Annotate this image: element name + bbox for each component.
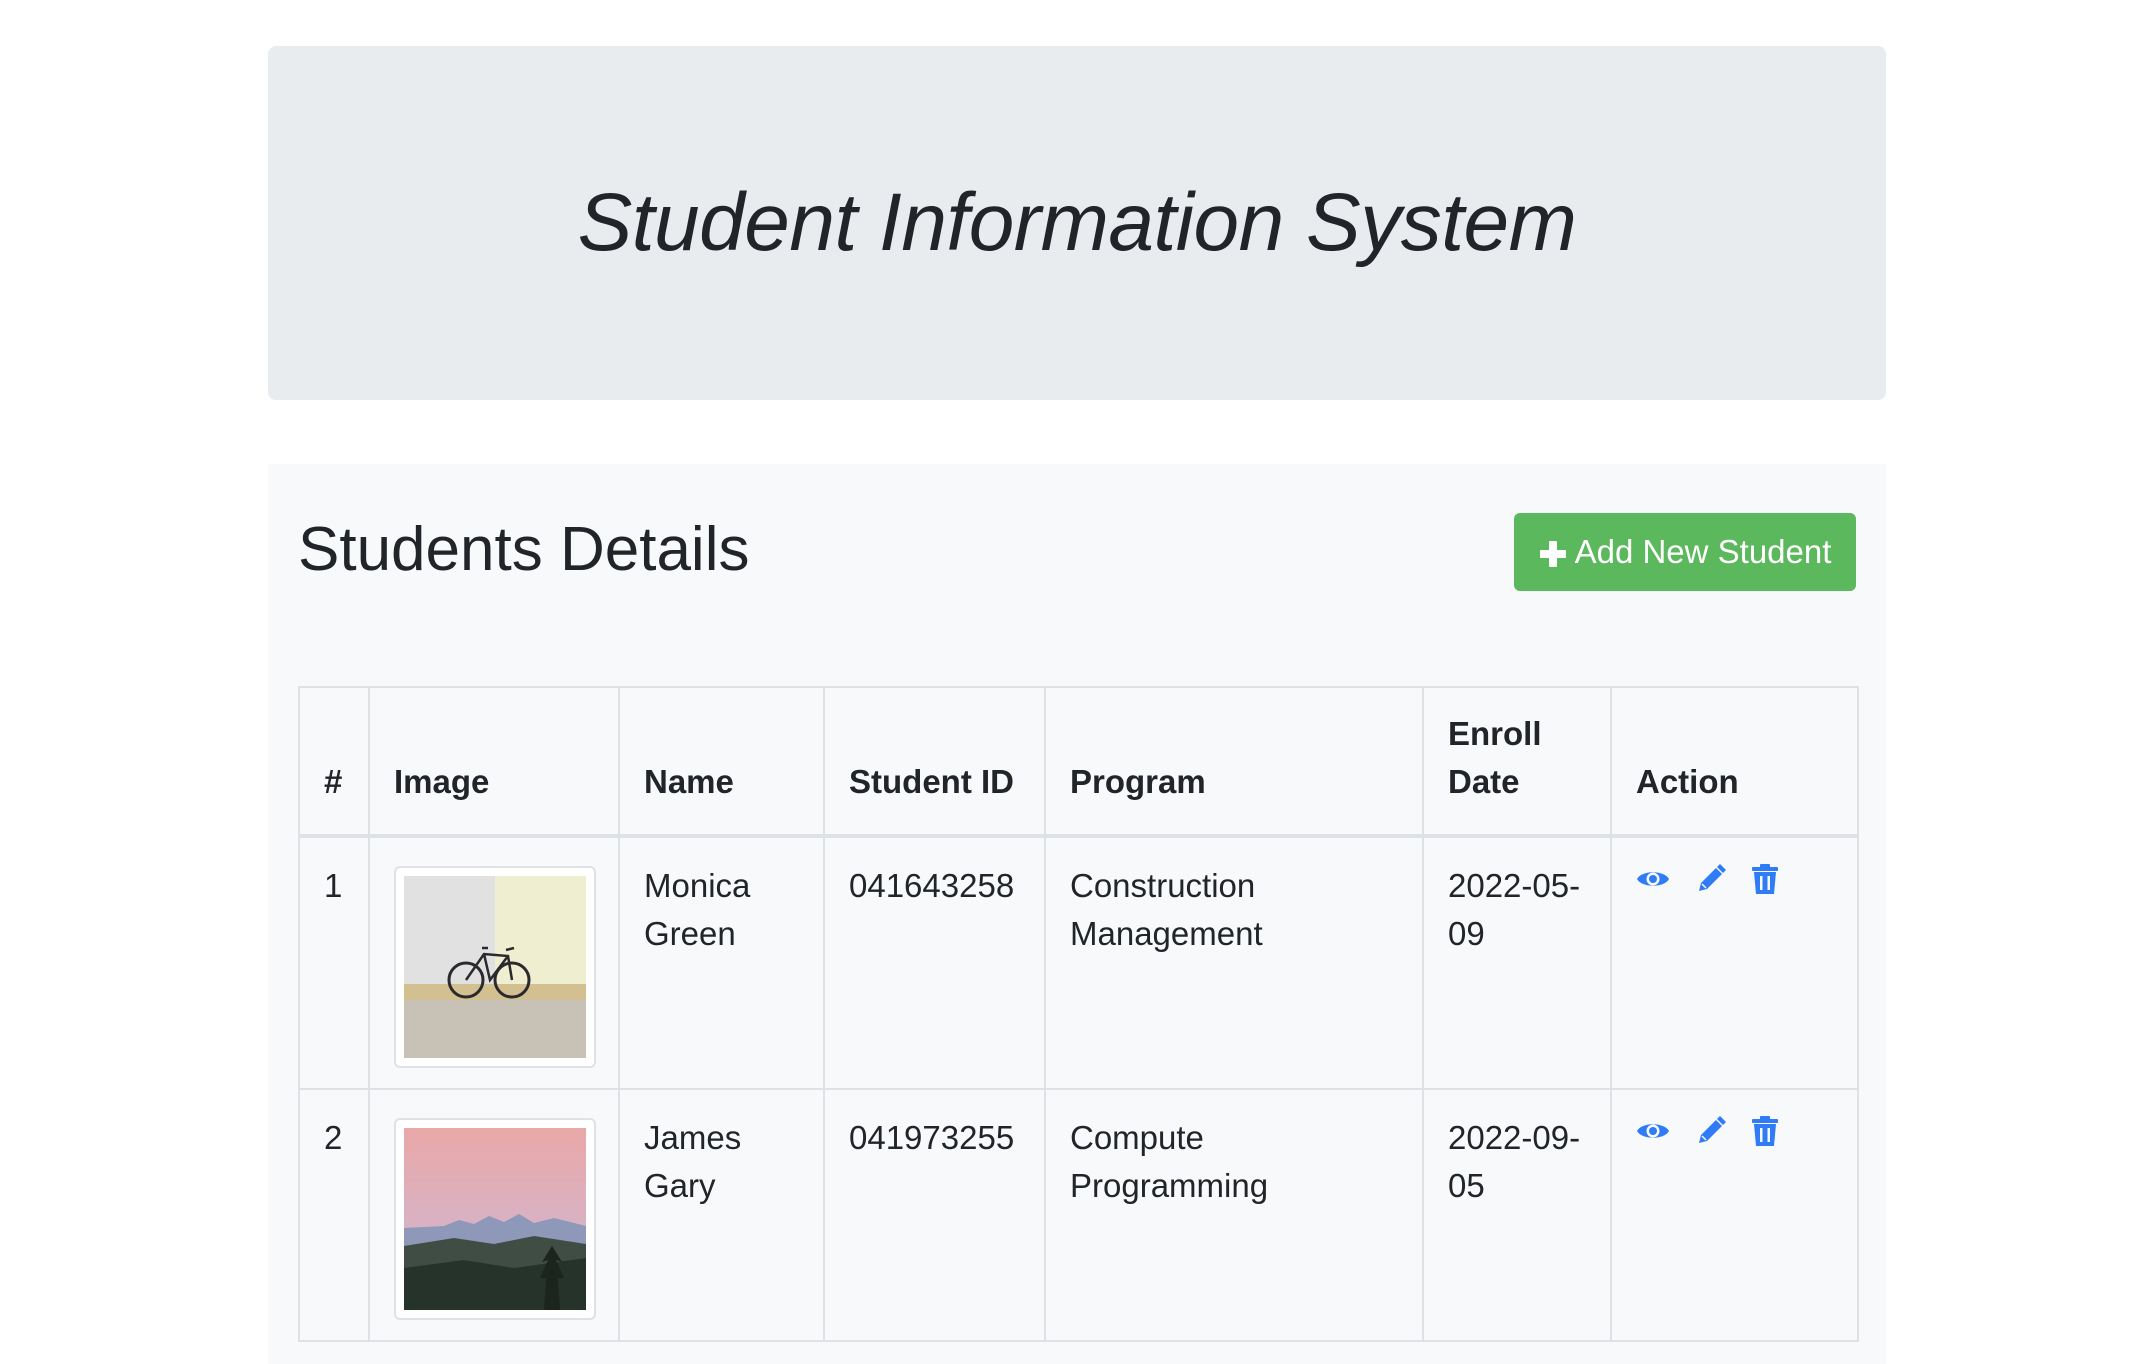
table-row: 2 James Gary 041973255 Compute Programmi…: [298, 1088, 1859, 1342]
student-photo: [394, 866, 596, 1068]
action-cell: [1610, 835, 1859, 1090]
student-id: 041973255: [823, 1088, 1046, 1342]
image-cell: [368, 835, 620, 1090]
column-header-number: #: [298, 686, 370, 838]
add-new-student-button[interactable]: Add New Student: [1514, 513, 1856, 591]
table-header-row: # Image Name Student ID Program Enroll D…: [298, 686, 1859, 838]
student-program: Compute Programming: [1044, 1088, 1424, 1342]
mountain-sunset-photo-icon: [404, 1128, 586, 1310]
column-header-action: Action: [1610, 686, 1859, 838]
student-enroll-date: 2022-05-09: [1422, 835, 1612, 1090]
page-title: Student Information System: [577, 177, 1577, 268]
student-name: Monica Green: [618, 835, 825, 1090]
row-number: 2: [298, 1088, 370, 1342]
column-header-enroll-date: Enroll Date: [1422, 686, 1612, 838]
section-title: Students Details: [298, 515, 750, 584]
eye-icon[interactable]: [1636, 867, 1670, 891]
students-table: # Image Name Student ID Program Enroll D…: [298, 686, 1859, 1342]
bicycle-photo-icon: [404, 876, 586, 1058]
eye-icon[interactable]: [1636, 1119, 1670, 1143]
student-photo: [394, 1118, 596, 1320]
students-panel: Students Details Add New Student # Image…: [268, 464, 1886, 1364]
column-header-image: Image: [368, 686, 620, 838]
plus-icon: [1539, 538, 1567, 567]
student-program: Construction Management: [1044, 835, 1424, 1090]
table-row: 1 Monica Green 041643258 Construction Ma…: [298, 835, 1859, 1090]
column-header-name: Name: [618, 686, 825, 838]
trash-icon[interactable]: [1752, 864, 1778, 894]
student-id: 041643258: [823, 835, 1046, 1090]
add-new-student-label: Add New Student: [1574, 533, 1832, 570]
image-cell: [368, 1088, 620, 1342]
pencil-icon[interactable]: [1696, 1116, 1726, 1146]
column-header-program: Program: [1044, 686, 1424, 838]
student-enroll-date: 2022-09-05: [1422, 1088, 1612, 1342]
action-cell: [1610, 1088, 1859, 1342]
hero-banner: Student Information System: [268, 46, 1886, 400]
pencil-icon[interactable]: [1696, 864, 1726, 894]
trash-icon[interactable]: [1752, 1116, 1778, 1146]
student-name: James Gary: [618, 1088, 825, 1342]
row-number: 1: [298, 835, 370, 1090]
column-header-student-id: Student ID: [823, 686, 1046, 838]
